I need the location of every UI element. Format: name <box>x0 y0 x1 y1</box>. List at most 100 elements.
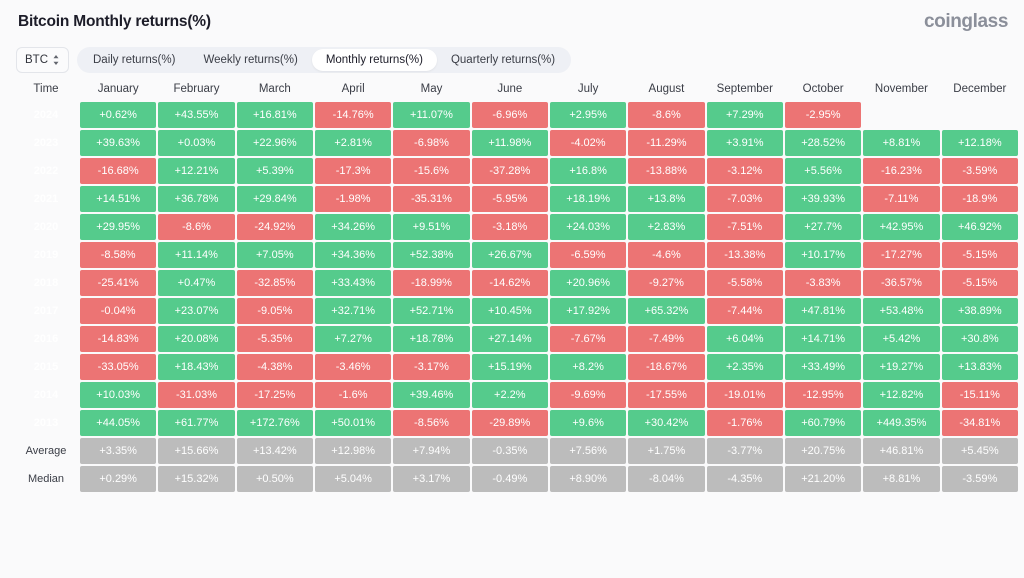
return-cell[interactable]: +5.42% <box>863 326 940 352</box>
return-cell[interactable]: -14.62% <box>471 270 548 296</box>
return-cell[interactable]: -5.35% <box>236 326 313 352</box>
return-cell[interactable]: +53.48% <box>863 298 940 324</box>
return-cell[interactable]: +18.78% <box>393 326 470 352</box>
return-cell[interactable]: +1.75% <box>628 438 705 464</box>
return-cell[interactable]: +19.27% <box>863 354 940 380</box>
return-cell[interactable]: +15.19% <box>471 354 548 380</box>
return-cell[interactable]: -3.12% <box>706 158 783 184</box>
return-cell[interactable]: -25.41% <box>80 270 157 296</box>
return-cell[interactable]: -8.6% <box>628 102 705 128</box>
return-cell[interactable]: -5.15% <box>941 242 1018 268</box>
return-cell[interactable]: +24.03% <box>549 214 627 240</box>
return-cell[interactable]: +65.32% <box>628 298 705 324</box>
return-cell[interactable]: -11.29% <box>628 130 705 156</box>
return-cell[interactable]: -13.38% <box>706 242 783 268</box>
return-cell[interactable]: -13.88% <box>628 158 705 184</box>
return-cell[interactable]: +8.90% <box>549 466 627 492</box>
return-cell[interactable]: +2.35% <box>706 354 783 380</box>
return-cell[interactable]: +13.83% <box>941 354 1018 380</box>
return-cell[interactable]: +21.20% <box>784 466 862 492</box>
return-cell[interactable]: -8.56% <box>393 410 470 436</box>
return-cell[interactable]: -7.03% <box>706 186 783 212</box>
return-cell[interactable]: +33.49% <box>784 354 862 380</box>
return-cell[interactable] <box>942 102 1018 128</box>
return-cell[interactable]: +6.04% <box>706 326 783 352</box>
return-cell[interactable]: +12.98% <box>314 438 392 464</box>
return-cell[interactable]: -17.55% <box>628 382 705 408</box>
return-cell[interactable]: +172.76% <box>236 410 313 436</box>
return-cell[interactable]: -3.46% <box>314 354 392 380</box>
return-cell[interactable]: +30.42% <box>628 410 705 436</box>
return-cell[interactable]: +13.8% <box>628 186 705 212</box>
return-cell[interactable]: +33.43% <box>314 270 392 296</box>
return-cell[interactable]: -0.49% <box>471 466 548 492</box>
return-cell[interactable]: +15.32% <box>158 466 235 492</box>
return-cell[interactable]: +10.03% <box>80 382 157 408</box>
return-cell[interactable]: +20.75% <box>784 438 862 464</box>
return-cell[interactable]: +7.29% <box>706 102 783 128</box>
return-cell[interactable]: +60.79% <box>784 410 862 436</box>
return-cell[interactable]: +39.46% <box>393 382 470 408</box>
return-cell[interactable]: -15.6% <box>393 158 470 184</box>
return-cell[interactable]: +0.03% <box>158 130 235 156</box>
return-cell[interactable]: -3.18% <box>471 214 548 240</box>
return-cell[interactable]: +9.6% <box>549 410 627 436</box>
return-cell[interactable]: -24.92% <box>236 214 313 240</box>
return-cell[interactable]: -32.85% <box>236 270 313 296</box>
return-cell[interactable] <box>863 102 939 128</box>
return-cell[interactable]: +12.21% <box>158 158 235 184</box>
return-cell[interactable]: -35.31% <box>393 186 470 212</box>
return-cell[interactable]: +46.81% <box>863 438 940 464</box>
return-cell[interactable]: +14.71% <box>784 326 862 352</box>
return-cell[interactable]: +2.81% <box>314 130 392 156</box>
return-cell[interactable]: -37.28% <box>471 158 548 184</box>
tab-monthly-returns[interactable]: Monthly returns(%) <box>311 49 437 71</box>
return-cell[interactable]: -5.15% <box>941 270 1018 296</box>
return-cell[interactable]: -1.6% <box>314 382 392 408</box>
return-cell[interactable]: +5.56% <box>784 158 862 184</box>
return-cell[interactable]: -12.95% <box>784 382 862 408</box>
return-cell[interactable]: +0.47% <box>158 270 235 296</box>
return-cell[interactable]: -3.17% <box>393 354 470 380</box>
symbol-select[interactable]: BTC <box>16 47 69 73</box>
return-cell[interactable]: +61.77% <box>158 410 235 436</box>
return-cell[interactable]: -3.59% <box>941 158 1018 184</box>
return-cell[interactable]: +7.94% <box>393 438 470 464</box>
return-cell[interactable]: -29.89% <box>471 410 548 436</box>
return-cell[interactable]: -1.76% <box>706 410 783 436</box>
return-cell[interactable]: -17.25% <box>236 382 313 408</box>
return-cell[interactable]: +449.35% <box>863 410 940 436</box>
return-cell[interactable]: -4.35% <box>706 466 783 492</box>
return-cell[interactable]: -5.95% <box>471 186 548 212</box>
tab-daily-returns[interactable]: Daily returns(%) <box>79 49 189 71</box>
return-cell[interactable]: +0.29% <box>80 466 157 492</box>
return-cell[interactable]: +20.08% <box>158 326 235 352</box>
return-cell[interactable]: +0.62% <box>80 102 157 128</box>
return-cell[interactable]: -3.83% <box>784 270 862 296</box>
return-cell[interactable]: +8.81% <box>863 130 940 156</box>
return-cell[interactable]: -8.04% <box>628 466 705 492</box>
return-cell[interactable]: -3.59% <box>941 466 1018 492</box>
return-cell[interactable]: +42.95% <box>863 214 940 240</box>
return-cell[interactable]: +2.95% <box>549 102 627 128</box>
return-cell[interactable]: -8.6% <box>158 214 235 240</box>
return-cell[interactable]: +26.67% <box>471 242 548 268</box>
return-cell[interactable]: +27.7% <box>784 214 862 240</box>
return-cell[interactable]: +39.93% <box>784 186 862 212</box>
return-cell[interactable]: -4.02% <box>549 130 627 156</box>
return-cell[interactable]: +16.81% <box>236 102 313 128</box>
return-cell[interactable]: -7.51% <box>706 214 783 240</box>
return-cell[interactable]: +18.43% <box>158 354 235 380</box>
return-cell[interactable]: -7.44% <box>706 298 783 324</box>
return-cell[interactable]: -33.05% <box>80 354 157 380</box>
return-cell[interactable]: -8.58% <box>80 242 157 268</box>
return-cell[interactable]: +9.51% <box>393 214 470 240</box>
return-cell[interactable]: +20.96% <box>549 270 627 296</box>
return-cell[interactable]: +16.8% <box>549 158 627 184</box>
return-cell[interactable]: +32.71% <box>314 298 392 324</box>
return-cell[interactable]: +7.05% <box>236 242 313 268</box>
return-cell[interactable]: +23.07% <box>158 298 235 324</box>
return-cell[interactable]: +50.01% <box>314 410 392 436</box>
return-cell[interactable]: -16.23% <box>863 158 940 184</box>
return-cell[interactable]: -14.76% <box>314 102 392 128</box>
